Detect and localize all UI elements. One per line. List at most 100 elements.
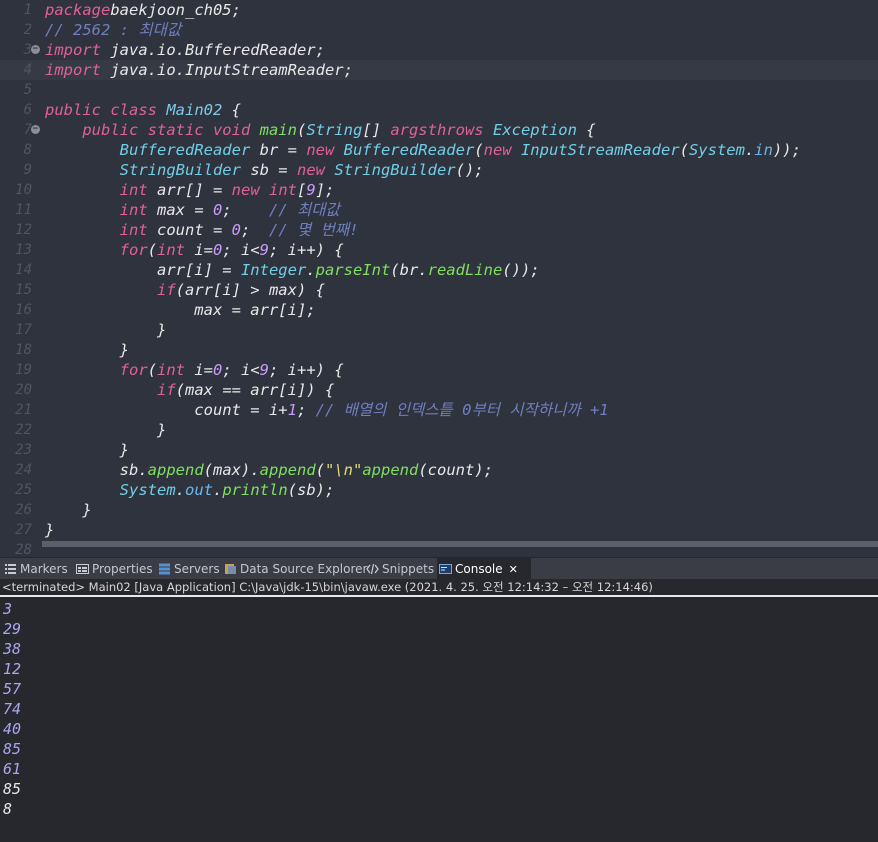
code-line[interactable]: 11 int max = 0; // 최대값	[0, 200, 878, 220]
code-text: if(max == arr[i]) {	[156, 381, 335, 399]
code-line[interactable]: 12 int count = 0; // 몇 번째!	[0, 220, 878, 240]
code-text: int count = 0; // 몇 번째!	[119, 221, 359, 239]
code-line[interactable]: 21 count = i+1; // 배열의 인덱스틑 0부터 시작하니까 +1	[0, 400, 878, 420]
line-number: 19	[15, 362, 32, 378]
close-icon[interactable]: ✕	[509, 563, 518, 576]
code-line[interactable]: 8 BufferedReader br = new BufferedReader…	[0, 140, 878, 160]
line-number: 22	[15, 422, 32, 438]
console-output-line: 8	[3, 800, 13, 818]
line-number: 8	[23, 142, 32, 158]
line-number: 12	[15, 222, 32, 238]
code-text: arr[i] = Integer.parseInt(br.readLine())…	[45, 261, 540, 279]
line-number: 6	[23, 102, 32, 118]
line-number: 10	[15, 182, 32, 198]
line-number: 7	[23, 122, 32, 138]
code-line[interactable]: 18 }	[0, 340, 878, 360]
tab-data-source-explorer[interactable]: Data Source Explorer	[222, 558, 367, 580]
code-line[interactable]: 24 sb.append(max).append("\n"append(coun…	[0, 460, 878, 480]
code-line[interactable]: 17 }	[0, 320, 878, 340]
console-input-line: 61	[3, 760, 22, 778]
fold-collapse-icon[interactable]: −	[31, 45, 40, 54]
console-status: <terminated> Main02 [Java Application] C…	[0, 579, 878, 595]
servers-icon	[158, 562, 174, 576]
tab-servers[interactable]: Servers	[156, 558, 222, 580]
code-line[interactable]: 19 for(int i=0; i<9; i++) {	[0, 360, 878, 380]
console-input-line: 85	[3, 740, 22, 758]
code-text: StringBuilder sb = new StringBuilder();	[119, 161, 484, 179]
code-line[interactable]: 10 int arr[] = new int[9];	[0, 180, 878, 200]
code-line[interactable]: 27}	[0, 520, 878, 540]
code-text: if(arr[i] > max) {	[156, 281, 325, 299]
code-line[interactable]: 20 if(max == arr[i]) {	[0, 380, 878, 400]
line-number: 16	[15, 302, 32, 318]
line-number: 13	[15, 242, 32, 258]
tab-label: Properties	[92, 562, 153, 576]
code-text: max = arr[i];	[45, 301, 316, 319]
code-text: import java.io.BufferedReader;	[45, 41, 325, 59]
tab-snippets[interactable]: Snippets	[364, 558, 437, 580]
code-line[interactable]: 13 for(int i=0; i<9; i++) {	[0, 240, 878, 260]
code-line[interactable]: 9 StringBuilder sb = new StringBuilder()…	[0, 160, 878, 180]
code-line[interactable]: 2 // 2562 : 최대값	[0, 20, 878, 40]
tab-label: Snippets	[382, 562, 435, 576]
console-icon	[439, 562, 455, 576]
code-line[interactable]: 25 System.out.println(sb);	[0, 480, 878, 500]
console-input-line: 57	[3, 680, 22, 698]
tab-console[interactable]: Console ✕	[437, 558, 531, 580]
fold-collapse-icon[interactable]: −	[31, 125, 40, 134]
line-number: 21	[15, 402, 32, 418]
code-line[interactable]: 5	[0, 80, 878, 100]
code-text: public static void main(String[] argsthr…	[82, 121, 596, 139]
line-number: 17	[15, 322, 32, 338]
code-line[interactable]: 7− public static void main(String[] args…	[0, 120, 878, 140]
data-source-icon	[224, 562, 240, 576]
line-number: 9	[23, 162, 32, 178]
code-line[interactable]: 16 max = arr[i];	[0, 300, 878, 320]
code-line[interactable]: 14 arr[i] = Integer.parseInt(br.readLine…	[0, 260, 878, 280]
line-number: 26	[15, 502, 32, 518]
line-number: 3	[23, 42, 32, 58]
properties-icon	[76, 562, 92, 576]
code-line[interactable]: 23 }	[0, 440, 878, 460]
line-number: 25	[15, 482, 32, 498]
code-text: }	[45, 441, 129, 459]
line-number: 20	[15, 382, 32, 398]
bottom-panel-tabs: Markers Properties Servers Data Source Expl…	[0, 557, 878, 580]
code-line[interactable]: 22 }	[0, 420, 878, 440]
code-text: }	[45, 321, 167, 339]
code-line[interactable]: 6 public class Main02 {	[0, 100, 878, 120]
code-text: import java.io.InputStreamReader;	[45, 61, 353, 79]
code-line[interactable]: 26 }	[0, 500, 878, 520]
line-number: 27	[15, 522, 32, 538]
line-number: 4	[23, 62, 32, 78]
console-input-line: 12	[3, 660, 22, 678]
code-text: count = i+1; // 배열의 인덱스틑 0부터 시작하니까 +1	[45, 401, 609, 419]
tab-markers[interactable]: Markers	[2, 558, 74, 580]
code-editor[interactable]: 1 packagebaekjoon_ch05; 2// 2562 : 최대값 3− im…	[0, 0, 878, 555]
code-text: for(int i=0; i<9; i++) {	[119, 241, 344, 259]
markers-icon	[4, 562, 20, 576]
tab-properties[interactable]: Properties	[74, 558, 156, 580]
tab-label: Console	[455, 562, 503, 576]
code-text: packagebaekjoon_ch05;	[45, 1, 241, 19]
line-number: 15	[15, 282, 32, 298]
line-number: 14	[15, 262, 32, 278]
console-input-line: 29	[3, 620, 22, 638]
line-number: 11	[15, 202, 32, 218]
line-number: 23	[15, 442, 32, 458]
code-line[interactable]: 4 import java.io.InputStreamReader;	[0, 60, 878, 80]
tab-label: Servers	[174, 562, 220, 576]
code-text: // 2562 : 최대값	[45, 21, 182, 39]
code-text: }	[45, 421, 167, 439]
console-input-line: 38	[3, 640, 22, 658]
code-text: BufferedReader br = new BufferedReader(n…	[119, 141, 801, 159]
line-number: 2	[23, 22, 32, 38]
code-line[interactable]: 15 if(arr[i] > max) {	[0, 280, 878, 300]
code-line[interactable]: 3− import java.io.BufferedReader;	[0, 40, 878, 60]
console-output[interactable]: 3 29 38 12 57 74 40 85 61 85 8	[0, 595, 878, 842]
code-line[interactable]: 1 packagebaekjoon_ch05;	[0, 0, 878, 20]
code-text: }	[45, 521, 55, 539]
line-number: 5	[23, 82, 32, 98]
horizontal-scrollbar[interactable]	[42, 541, 878, 547]
code-text: int max = 0; // 최대값	[119, 201, 340, 219]
